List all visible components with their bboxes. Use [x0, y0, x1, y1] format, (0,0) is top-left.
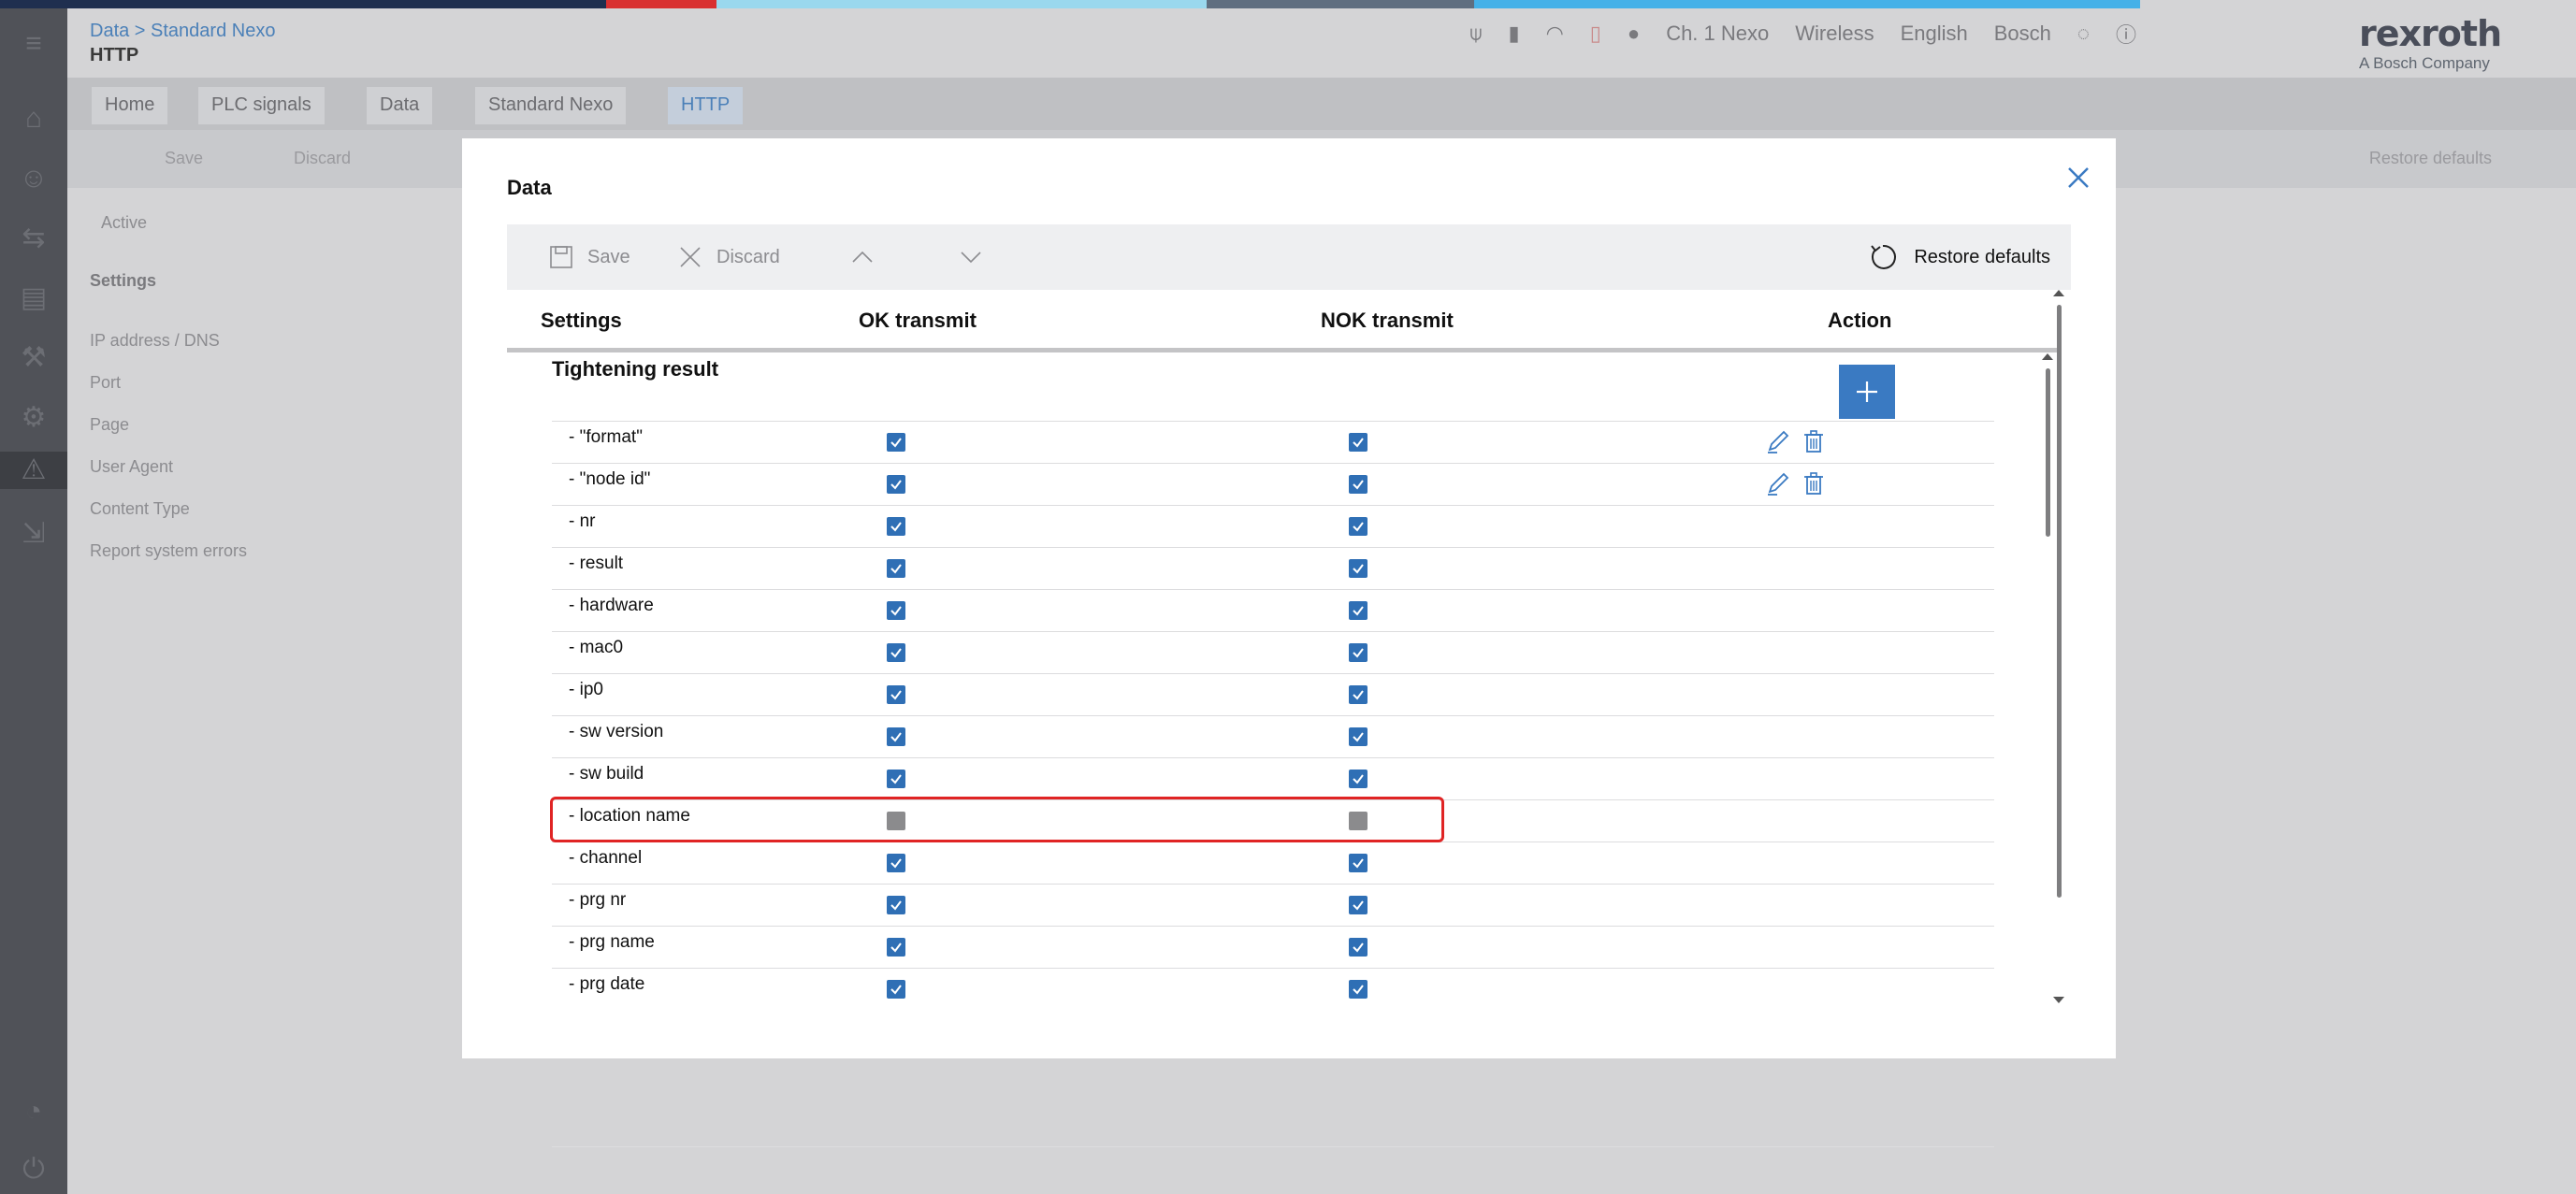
table-row: - sw version: [552, 715, 1994, 757]
nok-transmit-checkbox[interactable]: [1349, 517, 1368, 536]
nok-transmit-checkbox[interactable]: [1349, 433, 1368, 452]
restore-defaults-label: Restore defaults: [1914, 246, 2050, 267]
ok-transmit-checkbox[interactable]: [887, 938, 905, 957]
discard-button[interactable]: Discard: [677, 224, 780, 290]
restore-defaults-button[interactable]: Restore defaults: [1867, 224, 2050, 290]
nok-transmit-checkbox[interactable]: [1349, 980, 1368, 999]
ok-transmit-checkbox[interactable]: [887, 685, 905, 704]
row-label: - result: [569, 554, 624, 573]
data-dialog: Data Save Discard Restore defaults Setti…: [462, 138, 2116, 1147]
table-row: - prg nr: [552, 884, 1994, 926]
table-row: - prg name: [552, 926, 1994, 968]
dialog-title: Data: [507, 176, 552, 199]
restore-icon: [1871, 244, 1897, 269]
nok-transmit-checkbox[interactable]: [1349, 475, 1368, 494]
row-label: - "node id": [569, 469, 651, 489]
chevron-down-icon: [961, 252, 981, 264]
row-divider: [552, 1146, 1994, 1147]
highlight-box: [550, 797, 1444, 842]
nok-transmit-checkbox[interactable]: [1349, 727, 1368, 746]
row-label: - channel: [569, 848, 643, 868]
nok-transmit-checkbox[interactable]: [1349, 601, 1368, 620]
save-icon: [550, 246, 572, 268]
discard-icon: [680, 247, 701, 267]
inner-scroll-thumb[interactable]: [2046, 368, 2050, 537]
move-up-button[interactable]: [849, 224, 876, 290]
scroll-down-arrow[interactable]: [2053, 997, 2064, 1003]
plus-icon: [1857, 381, 1877, 402]
table-row: - result: [552, 547, 1994, 589]
row-label: - prg name: [569, 932, 655, 952]
ok-transmit-checkbox[interactable]: [887, 475, 905, 494]
close-icon: [2068, 167, 2089, 188]
ok-transmit-checkbox[interactable]: [887, 896, 905, 914]
table-row: - hardware: [552, 589, 1994, 631]
ok-transmit-checkbox[interactable]: [887, 559, 905, 578]
column-header-action: Action: [1828, 309, 1892, 332]
column-header-nok-transmit: NOK transmit: [1321, 309, 1454, 332]
nok-transmit-checkbox[interactable]: [1349, 854, 1368, 872]
ok-transmit-checkbox[interactable]: [887, 980, 905, 999]
close-button[interactable]: [2060, 159, 2097, 196]
row-label: - nr: [569, 511, 596, 531]
row-label: - "format": [569, 427, 643, 447]
outer-scrollbar[interactable]: [2053, 290, 2064, 1003]
nok-transmit-checkbox[interactable]: [1349, 770, 1368, 788]
column-header-settings: Settings: [541, 309, 622, 332]
save-label: Save: [587, 246, 630, 267]
ok-transmit-checkbox[interactable]: [887, 433, 905, 452]
dialog-toolbar: Save Discard Restore defaults: [507, 224, 2071, 290]
add-button[interactable]: [1839, 365, 1895, 419]
delete-icon[interactable]: [1800, 469, 1828, 497]
inner-scrollbar[interactable]: [2042, 353, 2053, 1015]
ok-transmit-checkbox[interactable]: [887, 854, 905, 872]
delete-icon[interactable]: [1800, 427, 1828, 455]
move-down-button[interactable]: [958, 224, 984, 290]
scroll-up-arrow[interactable]: [2053, 290, 2064, 296]
nok-transmit-checkbox[interactable]: [1349, 559, 1368, 578]
nok-transmit-checkbox[interactable]: [1349, 685, 1368, 704]
table-row: - ip0: [552, 673, 1994, 715]
row-label: - sw version: [569, 722, 664, 741]
ok-transmit-checkbox[interactable]: [887, 643, 905, 662]
table-row: - "node id": [552, 463, 1994, 505]
table-row: - "format": [552, 421, 1994, 463]
row-label: - hardware: [569, 596, 654, 615]
header-divider: [507, 348, 2060, 352]
edit-icon[interactable]: [1764, 427, 1792, 455]
table-row: - channel: [552, 842, 1994, 884]
outer-scroll-thumb[interactable]: [2057, 305, 2062, 898]
table-row: - prg date: [552, 968, 1994, 1010]
nok-transmit-checkbox[interactable]: [1349, 643, 1368, 662]
ok-transmit-checkbox[interactable]: [887, 770, 905, 788]
table-row: - mac0: [552, 631, 1994, 673]
row-label: - prg date: [569, 974, 645, 994]
table-header: Settings OK transmit NOK transmit Action: [507, 290, 2071, 348]
edit-icon[interactable]: [1764, 469, 1792, 497]
save-button[interactable]: Save: [548, 224, 630, 290]
discard-label: Discard: [716, 246, 780, 267]
column-header-ok-transmit: OK transmit: [859, 309, 977, 332]
row-label: - prg nr: [569, 890, 627, 910]
nok-transmit-checkbox[interactable]: [1349, 938, 1368, 957]
inner-scroll-up-arrow[interactable]: [2042, 353, 2053, 360]
row-label: - sw build: [569, 764, 644, 784]
nok-transmit-checkbox[interactable]: [1349, 896, 1368, 914]
table-row: - nr: [552, 505, 1994, 547]
ok-transmit-checkbox[interactable]: [887, 517, 905, 536]
ok-transmit-checkbox[interactable]: [887, 727, 905, 746]
table-row: - sw build: [552, 757, 1994, 799]
row-label: - ip0: [569, 680, 603, 699]
group-title: Tightening result: [552, 357, 719, 381]
row-label: - mac0: [569, 638, 624, 657]
chevron-up-icon: [852, 251, 873, 263]
ok-transmit-checkbox[interactable]: [887, 601, 905, 620]
